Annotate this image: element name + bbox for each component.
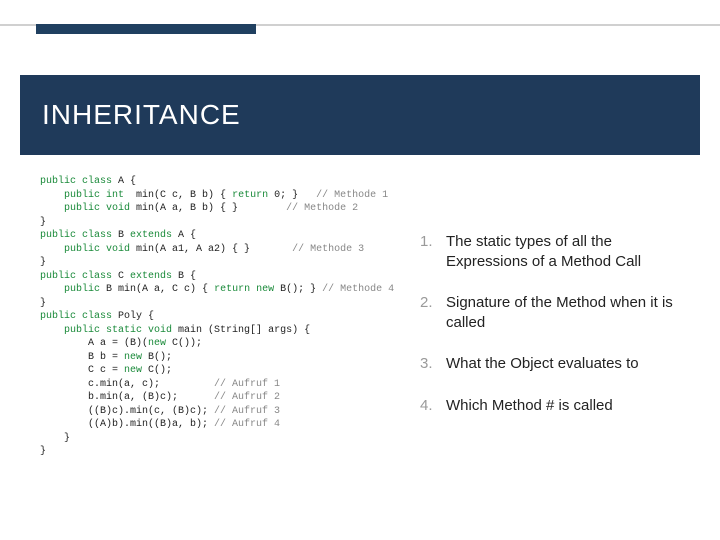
list-item: Which Method # is called: [420, 396, 690, 416]
code-line: B b = new B();: [40, 351, 400, 365]
code-line: public int min(C c, B b) { return 0; } /…: [40, 189, 400, 203]
list-item-text: What the Object evaluates to: [446, 354, 690, 374]
code-line: ((A)b).min((B)a, b); // Aufruf 4: [40, 418, 400, 432]
top-accent-bar: [36, 24, 256, 34]
code-line: public static void main (String[] args) …: [40, 324, 400, 338]
code-line: public class B extends A {: [40, 229, 400, 243]
list-item: The static types of all the Expressions …: [420, 232, 690, 271]
code-line: public class C extends B {: [40, 270, 400, 284]
code-line: }: [40, 297, 400, 311]
code-line: c.min(a, c); // Aufruf 1: [40, 378, 400, 392]
code-line: A a = (B)(new C());: [40, 337, 400, 351]
code-block: public class A { public int min(C c, B b…: [40, 175, 400, 459]
code-line: public void min(A a, B b) { } // Methode…: [40, 202, 400, 216]
list-item-text: The static types of all the Expressions …: [446, 232, 690, 271]
slide-title: INHERITANCE: [42, 99, 241, 131]
code-line: b.min(a, (B)c); // Aufruf 2: [40, 391, 400, 405]
list-item-text: Which Method # is called: [446, 396, 690, 416]
code-line: }: [40, 445, 400, 459]
code-line: ((B)c).min(c, (B)c); // Aufruf 3: [40, 405, 400, 419]
code-line: C c = new C();: [40, 364, 400, 378]
list-item-text: Signature of the Method when it is calle…: [446, 293, 690, 332]
numbered-list: The static types of all the Expressions …: [420, 232, 690, 415]
code-line: public class A {: [40, 175, 400, 189]
list-item: Signature of the Method when it is calle…: [420, 293, 690, 332]
right-panel: The static types of all the Expressions …: [420, 232, 690, 437]
code-line: }: [40, 432, 400, 446]
list-item: What the Object evaluates to: [420, 354, 690, 374]
code-line: public B min(A a, C c) { return new B();…: [40, 283, 400, 297]
title-band: INHERITANCE: [20, 75, 700, 155]
code-line: public void min(A a1, A a2) { } // Metho…: [40, 243, 400, 257]
code-line: }: [40, 216, 400, 230]
code-line: }: [40, 256, 400, 270]
code-line: public class Poly {: [40, 310, 400, 324]
